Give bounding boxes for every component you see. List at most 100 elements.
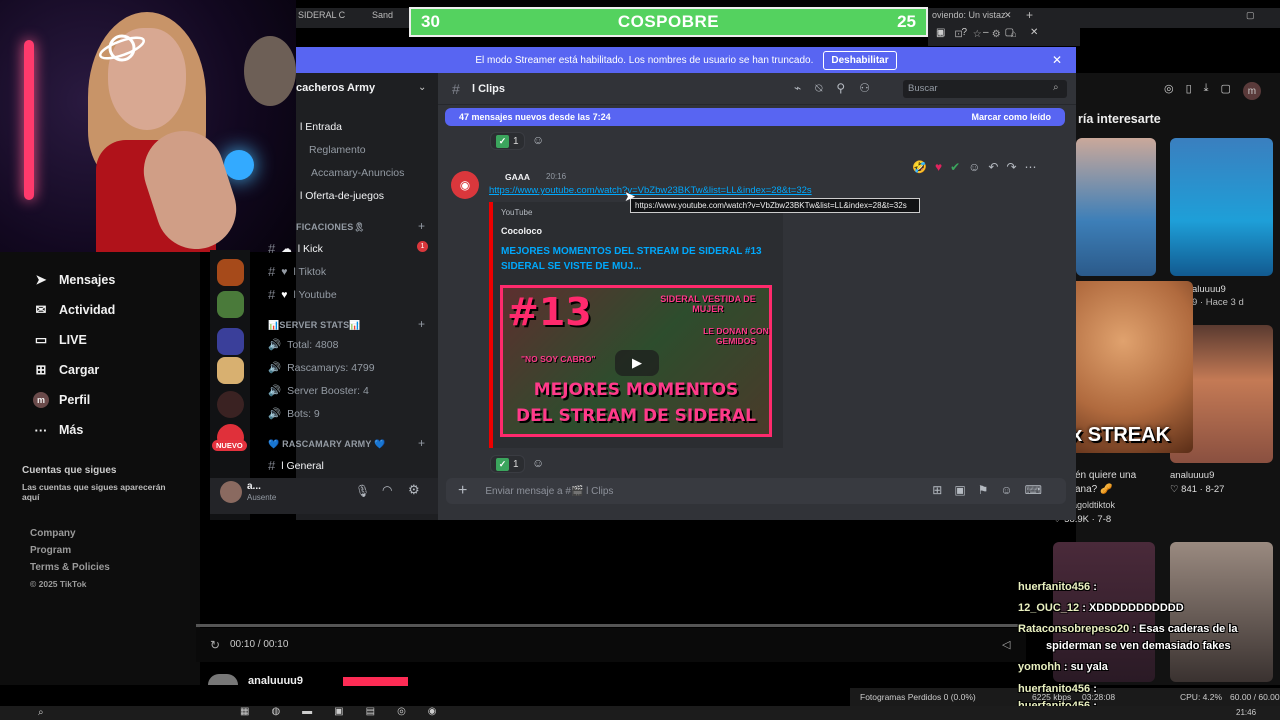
disable-button[interactable]: Deshabilitar [823, 50, 897, 70]
video-likes-4: ♡ 841 · 8-27 [1170, 484, 1225, 495]
video-user-1[interactable]: aluuuu9 [1192, 284, 1226, 295]
header-icons[interactable]: ⌁⍉⚲⚇ [794, 81, 884, 96]
channel-youtube[interactable]: # ♥ l Youtube [268, 287, 337, 302]
inbox-icon[interactable]: ▣ [936, 27, 945, 38]
chat-line: Rataconsobrepeso20 : Esas caderas de la [1018, 623, 1238, 635]
server-icon[interactable] [217, 291, 244, 318]
channel-entrada[interactable]: l Entrada [300, 121, 342, 133]
footer-program[interactable]: Program [30, 545, 110, 556]
maximize-icon[interactable]: ▢ [1246, 10, 1255, 21]
progress-track[interactable] [196, 624, 1026, 627]
forward-icon[interactable]: ↷ [1006, 160, 1016, 174]
embed-title[interactable]: MEJORES MOMENTOS DEL STREAM DE SIDERAL #… [501, 244, 776, 274]
avatar[interactable] [220, 481, 242, 503]
link-tooltip: https://www.youtube.com/watch?v=VbZbw23B… [630, 198, 920, 213]
chevron-down-icon[interactable]: ⌄ [418, 82, 426, 93]
channel-tiktok[interactable]: # ♥ l Tiktok [268, 264, 326, 279]
nav-profile[interactable]: m Perfil [33, 392, 90, 408]
message-composer[interactable]: + Enviar mensaje a #🎬 l Clips ⊞▣⚑☺⌨ [446, 478, 1066, 504]
tab-sideral[interactable]: SIDERAL C [298, 10, 345, 20]
nav-live[interactable]: ▭ LIVE [33, 332, 87, 348]
clock: 21:46 [1236, 708, 1257, 717]
more-icon[interactable]: ⋯ [1025, 160, 1037, 174]
server-icon[interactable] [217, 391, 244, 418]
close-icon[interactable]: ✕ [1052, 53, 1062, 67]
taskbar-apps[interactable]: ▦◍▬▣▤◎◉ [240, 706, 459, 717]
stat-total: 🔊 Total: 4808 [268, 338, 339, 352]
check-icon[interactable]: ✔ [950, 160, 960, 174]
server-name[interactable]: cacheros Army [296, 82, 375, 94]
add-reaction-icon[interactable]: ☺ [532, 133, 544, 147]
heart-icon[interactable]: ♥ [935, 160, 942, 174]
nav-upload[interactable]: ⊞ Cargar [33, 362, 100, 378]
category-stats[interactable]: 📊SERVER STATS📊 [268, 320, 361, 331]
mic-icon[interactable]: 🎙 [355, 484, 370, 498]
score-title: COSPOBRE [617, 12, 720, 31]
avatar[interactable]: ◉ [451, 171, 479, 199]
download-icon[interactable]: ⤓ [1204, 82, 1209, 100]
message-link[interactable]: https://www.youtube.com/watch?v=VbZbw23B… [489, 185, 812, 196]
server-icon[interactable] [217, 357, 244, 384]
video-thumb-2[interactable] [1170, 138, 1273, 276]
replay-icon[interactable]: ↻ [210, 638, 220, 652]
composer-icons[interactable]: ⊞▣⚑☺⌨ [932, 483, 1054, 497]
footer-terms[interactable]: Terms & Policies [30, 562, 110, 573]
tab-sand[interactable]: Sand [372, 10, 393, 20]
score-right: 25 [897, 12, 916, 31]
follow-button[interactable] [343, 677, 408, 686]
channel-ofertas[interactable]: l Oferta-de-juegos [300, 190, 384, 202]
add-reaction-icon[interactable]: ☺ [532, 456, 544, 470]
message-icon[interactable]: ▢ [1221, 82, 1231, 100]
reaction-check[interactable]: ✓ 1 [490, 455, 525, 473]
channel-reglamento[interactable]: Reglamento [309, 144, 366, 156]
channel-kick[interactable]: # ☁ l Kick [268, 241, 323, 256]
video-thumb-1[interactable] [1076, 138, 1156, 276]
video-user-4[interactable]: analuuuu9 [1170, 470, 1214, 481]
server-icon[interactable] [217, 259, 244, 286]
help-icon[interactable]: ? [961, 27, 967, 38]
minimize-icon[interactable]: – [983, 27, 989, 38]
channel-general[interactable]: # l General [268, 458, 324, 473]
maximize-icon[interactable]: ▢ [1005, 27, 1014, 38]
new-messages-bar[interactable]: 47 mensajes nuevos desde las 7:24 Marcar… [445, 108, 1065, 126]
phone-icon[interactable]: ▯ [1186, 82, 1192, 100]
add-channel-icon[interactable]: + [418, 436, 425, 450]
embed-author[interactable]: Cocoloco [501, 226, 542, 236]
close-icon[interactable]: ✕ [1004, 10, 1012, 21]
video-thumbnail[interactable]: #13 SIDERAL VESTIDA DE MUJER LE DONAN CO… [500, 285, 772, 437]
compass-icon[interactable]: ◎ [1164, 82, 1174, 100]
nav-more[interactable]: ··· Más [33, 422, 84, 438]
headset-icon[interactable]: ◠ [382, 483, 392, 497]
gear-icon[interactable]: ⚙ [408, 482, 420, 498]
search-icon[interactable]: ⌕ [38, 707, 44, 718]
chat-line: yomohh : su yala [1018, 661, 1108, 673]
add-reaction-icon[interactable]: ☺ [968, 160, 980, 174]
folder-icon[interactable] [217, 328, 244, 355]
unread-badge: 1 [417, 241, 428, 252]
tab-viewing[interactable]: oviendo: Un vistaz [932, 10, 1006, 20]
video-thumb-6[interactable] [1170, 542, 1273, 682]
mark-read-button[interactable]: Marcar como leído [971, 112, 1051, 122]
reply-icon[interactable]: ↶ [988, 160, 998, 174]
add-channel-icon[interactable]: + [418, 317, 425, 331]
reaction-check[interactable]: ✓ 1 [490, 132, 525, 150]
category-notifications-label[interactable]: FICACIONES🎗 [296, 222, 365, 233]
plus-icon[interactable]: + [458, 482, 467, 500]
close-icon[interactable]: ✕ [1030, 27, 1038, 38]
channel-anuncios[interactable]: Accamary-Anuncios [311, 167, 404, 179]
chat-line: huerfanito456 : [1018, 683, 1097, 695]
category-army[interactable]: 💙 RASCAMARY ARMY 💙 [268, 439, 386, 450]
video-handle-3[interactable]: agoldtiktok [1072, 500, 1115, 510]
player-user[interactable]: analuuuu9 [248, 675, 303, 685]
emoji-icon[interactable]: 🤣 [912, 160, 927, 174]
nav-activity[interactable]: ✉ Actividad [33, 302, 116, 318]
nav-messages[interactable]: ➤ Mensajes [33, 272, 116, 288]
avatar[interactable]: m [1242, 82, 1261, 100]
new-tab-icon[interactable]: + [1026, 8, 1033, 22]
search-input[interactable]: Buscar [903, 80, 1067, 98]
add-channel-icon[interactable]: + [418, 219, 425, 233]
footer-company[interactable]: Company [30, 528, 110, 539]
message-author[interactable]: GAAA [505, 172, 530, 182]
play-icon[interactable]: ▶ [615, 350, 659, 376]
volume-icon[interactable]: ◁ [1002, 638, 1010, 651]
